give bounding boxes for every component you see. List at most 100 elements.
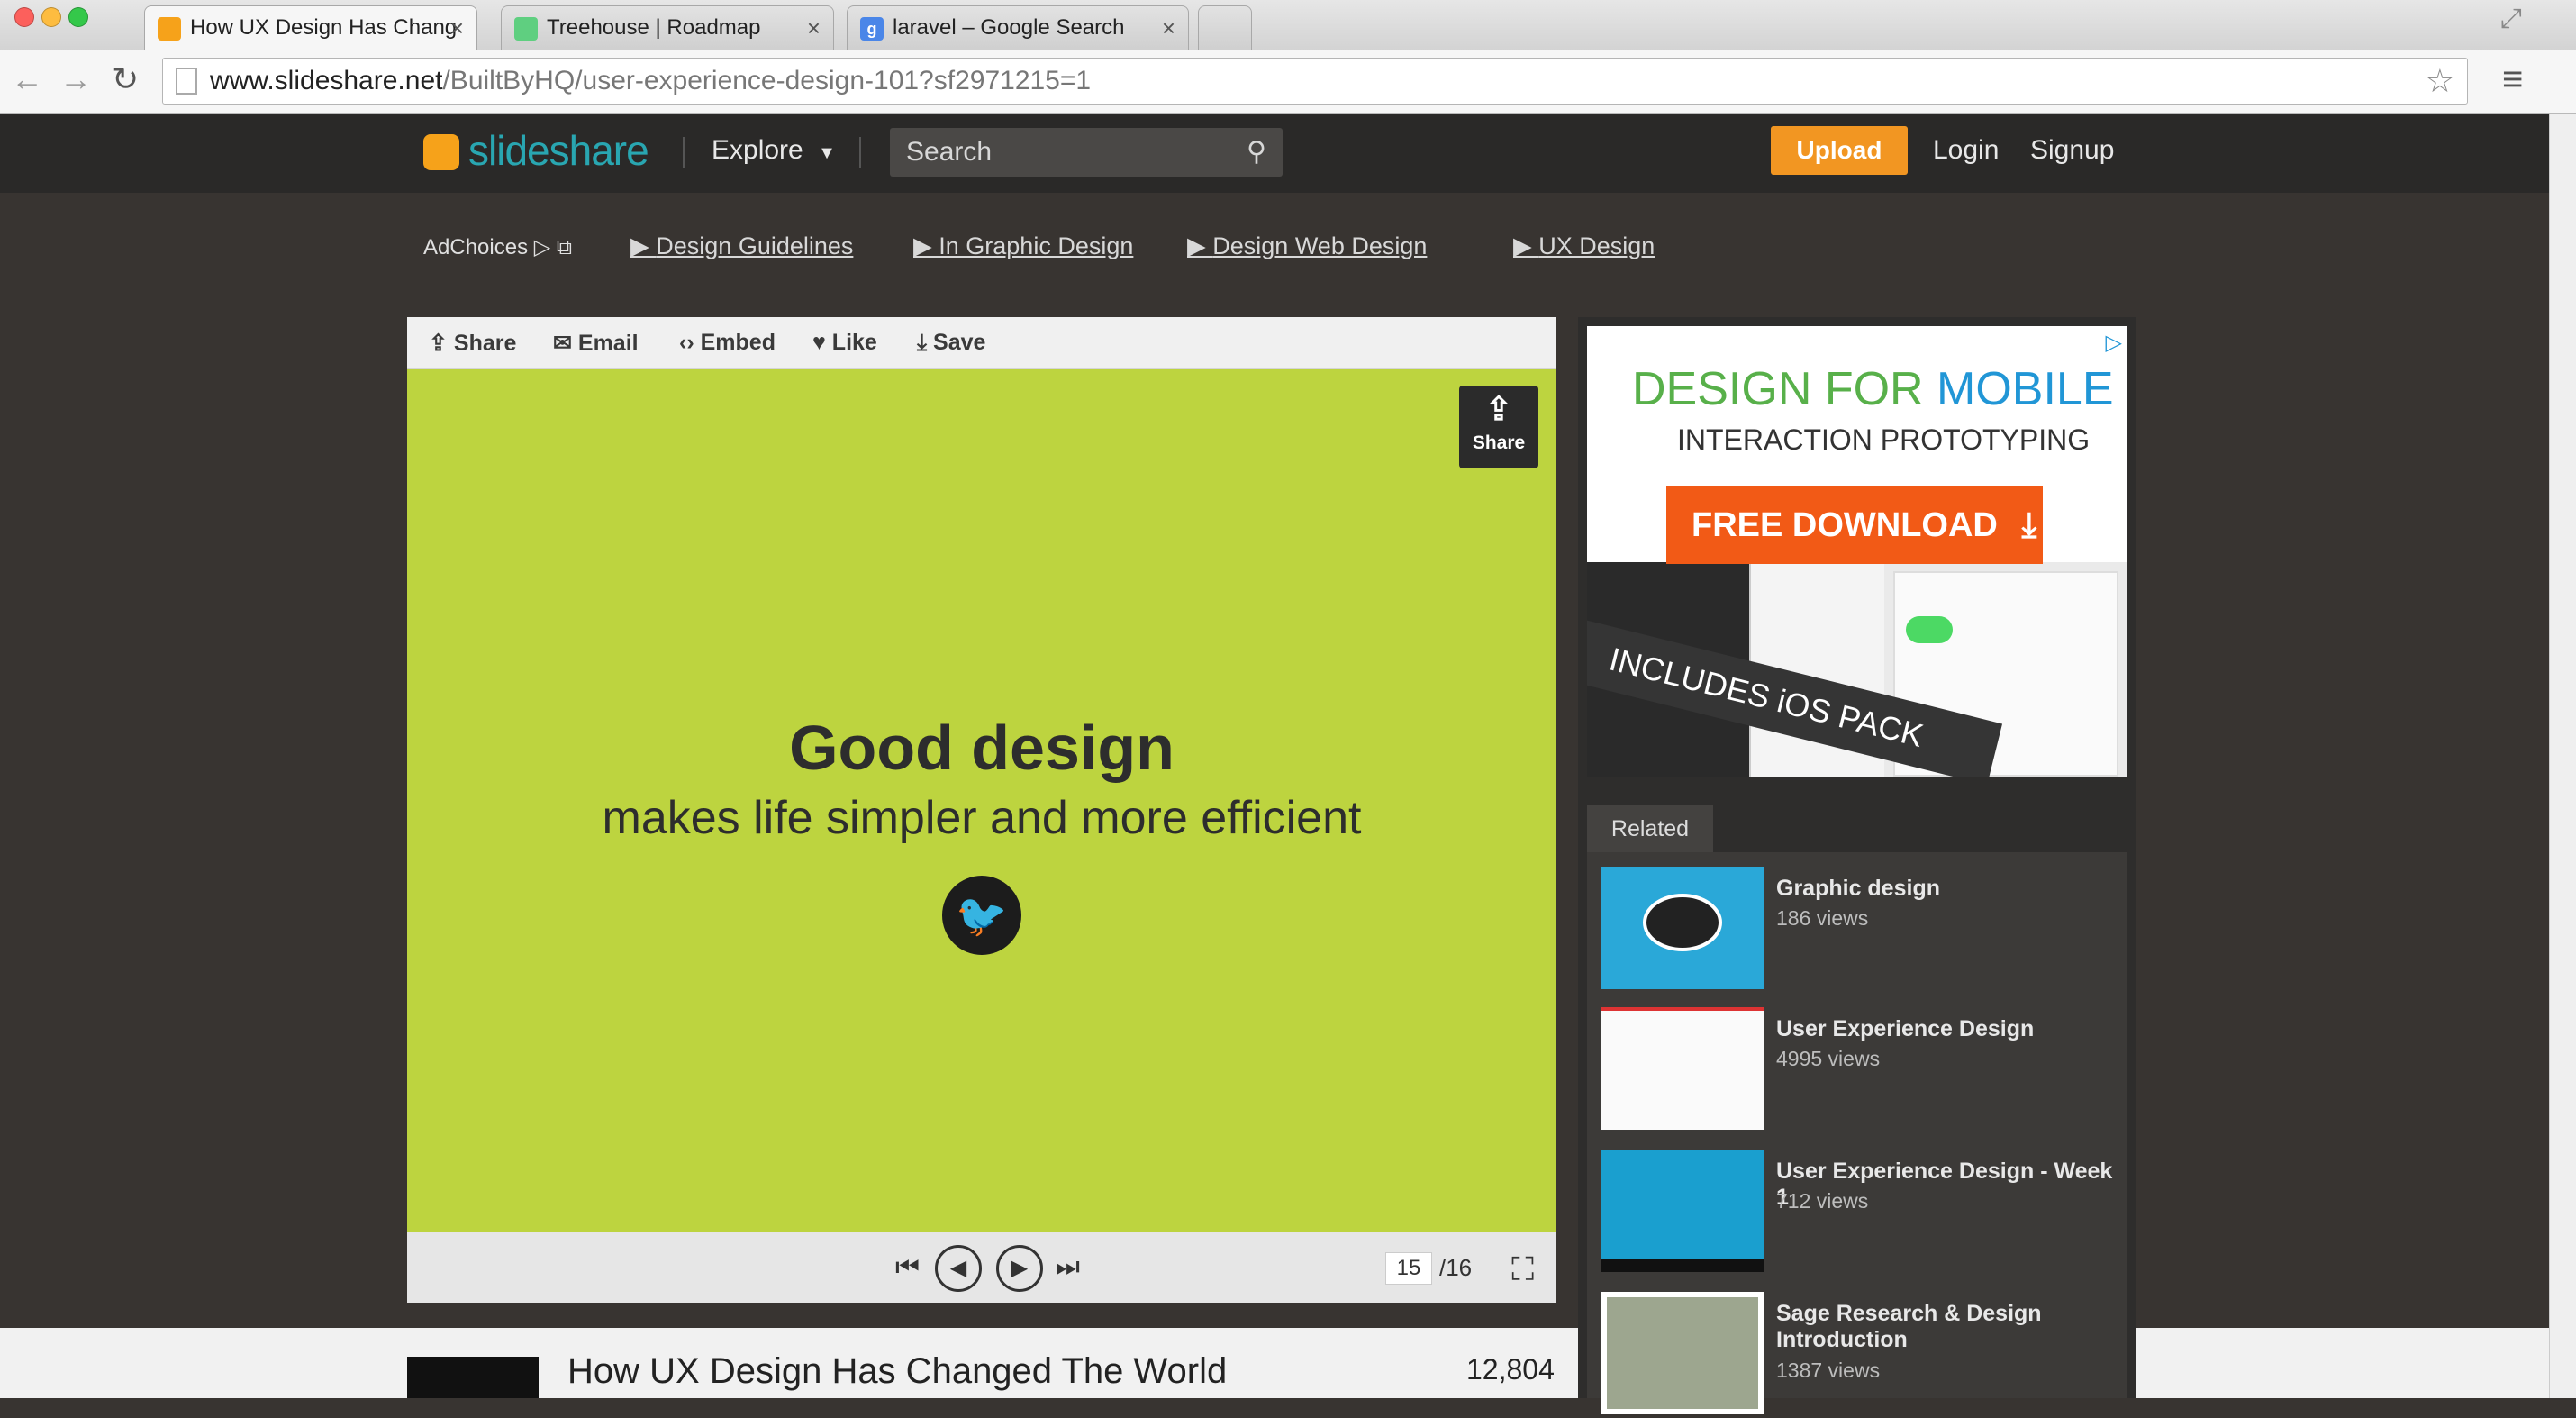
tab-treehouse[interactable]: Treehouse | Roadmap ×	[501, 5, 834, 50]
slideshare-logo[interactable]: slideshare	[423, 126, 649, 175]
last-slide-icon[interactable]: ⏭	[1056, 1252, 1080, 1283]
ad-subheadline: INTERACTION PROTOTYPING	[1677, 423, 2091, 456]
related-item[interactable]: User Experience Design - Week 1 712 view…	[1601, 1150, 2124, 1276]
back-arrow-icon[interactable]: ←	[11, 61, 43, 97]
tab-label: Treehouse | Roadmap	[547, 15, 761, 40]
related-item[interactable]: Graphic design 186 views	[1601, 867, 2124, 993]
twitter-bird-icon[interactable]: 🐦	[942, 876, 1021, 955]
document-title: How UX Design Has Changed The World	[567, 1351, 1228, 1391]
reload-icon[interactable]: ↻	[112, 61, 139, 97]
first-slide-icon[interactable]: ⏮	[895, 1252, 920, 1283]
treehouse-favicon-icon	[514, 17, 538, 41]
email-label: Email	[577, 331, 639, 356]
search-input[interactable]: Search ⚲	[890, 128, 1283, 177]
related-thumbnail	[1601, 1150, 1764, 1272]
ad-link-label: In Graphic Design	[939, 232, 1134, 259]
logo-text: slideshare	[468, 127, 649, 174]
slideshare-favicon-icon	[158, 17, 181, 41]
document-info-bar	[0, 1328, 2549, 1398]
ad-link-graphic-design[interactable]: ▶ In Graphic Design	[913, 232, 1133, 260]
browser-toolbar: ← → ↻ www.slideshare.net/BuiltByHQ/user-…	[0, 50, 2576, 114]
save-label: Save	[933, 330, 986, 355]
related-thumbnail	[1601, 1292, 1764, 1414]
tab-label: How UX Design Has Chang	[190, 15, 458, 40]
like-button[interactable]: ♥ Like	[812, 330, 877, 356]
related-thumbnail	[1601, 1007, 1764, 1130]
zoom-window-button[interactable]	[68, 7, 88, 27]
ad-link-label: UX Design	[1538, 232, 1655, 259]
tab-google-search[interactable]: g laravel – Google Search ×	[847, 5, 1189, 50]
adchoices-label[interactable]: AdChoices ▷ ⧉	[423, 234, 572, 260]
explore-menu[interactable]: Explore ▼	[712, 135, 836, 166]
tab-slideshare[interactable]: How UX Design Has Chang ×	[144, 5, 477, 50]
search-placeholder: Search	[906, 137, 993, 167]
menu-icon[interactable]: ≡	[2502, 59, 2523, 100]
related-views: 186 views	[1776, 906, 1869, 930]
share-overlay-label: Share	[1472, 432, 1526, 453]
ad-headline-part: DESIGN FOR	[1632, 363, 1937, 415]
author-thumbnail[interactable]	[407, 1357, 539, 1398]
cts-logo-icon	[1643, 894, 1722, 951]
bookmark-star-icon[interactable]: ☆	[2426, 59, 2454, 104]
page-number-input[interactable]: 15	[1385, 1252, 1432, 1285]
close-window-button[interactable]	[14, 7, 34, 27]
address-bar[interactable]: www.slideshare.net/BuiltByHQ/user-experi…	[162, 58, 2468, 105]
google-favicon-icon: g	[860, 17, 884, 41]
ad-link-web-design[interactable]: ▶ Design Web Design	[1187, 232, 1427, 260]
divider	[683, 137, 685, 168]
scrollbar[interactable]	[2549, 114, 2576, 1398]
free-download-button[interactable]: FREE DOWNLOAD ⤓	[1666, 486, 2043, 564]
close-tab-icon[interactable]: ×	[807, 6, 821, 50]
download-icon: ⤓	[2021, 506, 2037, 544]
previous-slide-button[interactable]: ◀	[935, 1245, 982, 1292]
browser-tab-bar: How UX Design Has Chang × Treehouse | Ro…	[0, 0, 2576, 50]
close-tab-icon[interactable]: ×	[1162, 6, 1175, 50]
download-icon: ⤓	[917, 330, 928, 355]
forward-arrow-icon[interactable]: →	[59, 61, 92, 97]
minimize-window-button[interactable]	[41, 7, 61, 27]
related-item[interactable]: Sage Research & Design Introduction 1387…	[1601, 1292, 2124, 1418]
save-button[interactable]: ⤓ Save	[917, 330, 985, 356]
embed-label: Embed	[700, 330, 776, 355]
tab-related[interactable]: Related	[1587, 805, 1713, 852]
next-slide-button[interactable]: ▶	[996, 1245, 1043, 1292]
share-label: Share	[453, 331, 517, 356]
signup-link[interactable]: Signup	[2030, 135, 2114, 166]
share-arrow-icon: ⇪	[1484, 390, 1513, 427]
tab-label: laravel – Google Search	[893, 15, 1125, 40]
share-button[interactable]: ⇪ Share	[429, 330, 516, 357]
embed-icon: ‹›	[679, 330, 694, 355]
embed-button[interactable]: ‹› Embed	[679, 330, 776, 356]
explore-label: Explore	[712, 135, 803, 165]
upload-button[interactable]: Upload	[1771, 126, 1908, 175]
login-link[interactable]: Login	[1933, 135, 1999, 166]
slide-canvas[interactable]: Good design makes life simpler and more …	[407, 369, 1556, 1232]
email-button[interactable]: ✉ Email	[553, 330, 639, 357]
ad-link-ux-design[interactable]: ▶ UX Design	[1513, 232, 1655, 260]
new-tab-button[interactable]	[1198, 5, 1252, 50]
related-list: Graphic design 186 views User Experience…	[1587, 852, 2127, 1414]
fullscreen-icon[interactable]: ⛶	[1511, 1250, 1534, 1289]
page-total: /16	[1439, 1254, 1473, 1281]
related-title: Graphic design	[1776, 876, 1940, 901]
ad-link-design-guidelines[interactable]: ▶ Design Guidelines	[630, 232, 853, 260]
toggle-switch-icon	[1906, 616, 1953, 643]
ad-banner[interactable]: ▷ DESIGN FOR MOBILE INTERACTION PROTOTYP…	[1587, 326, 2127, 777]
player-action-bar: ⇪ Share ✉ Email ‹› Embed ♥ Like ⤓ Save	[407, 317, 1556, 369]
share-icon: ⇪	[429, 331, 448, 356]
related-views: 4995 views	[1776, 1047, 1881, 1070]
fullscreen-window-icon[interactable]: ⤢	[2500, 4, 2522, 34]
ad-link-label: Design Web Design	[1212, 232, 1428, 259]
view-count: 12,804	[1466, 1353, 1555, 1386]
related-item[interactable]: User Experience Design 4995 views	[1601, 1007, 2124, 1133]
share-overlay-button[interactable]: ⇪ Share	[1459, 386, 1538, 468]
like-label: Like	[831, 330, 877, 355]
ad-headline: DESIGN FOR MOBILE	[1632, 362, 2114, 416]
ad-link-label: Design Guidelines	[656, 232, 854, 259]
ad-headline-part: MOBILE	[1937, 363, 2114, 415]
sidebar: ▷ DESIGN FOR MOBILE INTERACTION PROTOTYP…	[1578, 317, 2136, 1414]
search-icon[interactable]: ⚲	[1247, 128, 1266, 177]
adchoices-icon[interactable]: ▷	[2106, 330, 2122, 356]
email-icon: ✉	[553, 331, 572, 356]
close-tab-icon[interactable]: ×	[450, 6, 464, 50]
